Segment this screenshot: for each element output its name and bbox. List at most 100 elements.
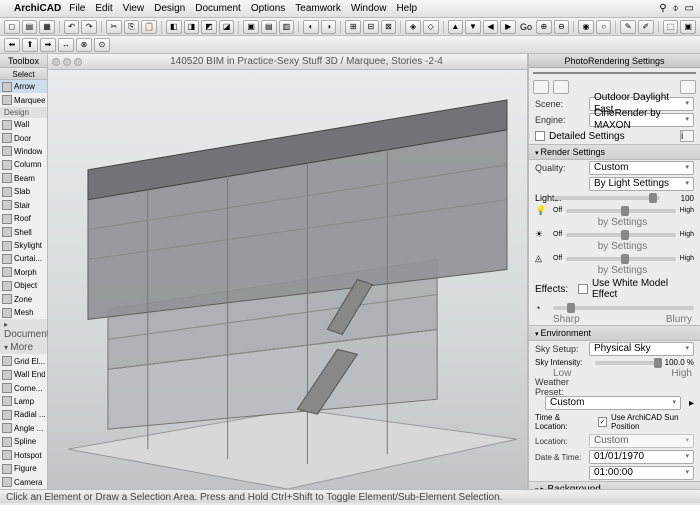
tool-object[interactable]: Object (0, 279, 47, 292)
tool-skylight[interactable]: Skylight (0, 239, 47, 252)
tool-figure[interactable]: Figure (0, 462, 47, 475)
tool-camera[interactable]: Camera (0, 475, 47, 488)
by-light-select[interactable]: By Light Settings (589, 177, 694, 191)
zoom-button[interactable] (74, 58, 82, 66)
tool-button[interactable]: ○ (596, 20, 612, 34)
close-button[interactable] (52, 58, 60, 66)
tool-button[interactable]: ▣ (243, 20, 259, 34)
detailed-checkbox[interactable] (535, 131, 545, 141)
tool-curtain[interactable]: Curtai... (0, 252, 47, 265)
render-settings-header[interactable]: Render Settings (529, 144, 700, 160)
environment-header[interactable]: Environment (529, 325, 700, 341)
tool-button[interactable]: ⊟ (363, 20, 379, 34)
tool-button[interactable]: ▼ (465, 20, 481, 34)
nav-button[interactable]: ↔ (58, 38, 74, 52)
design-section[interactable]: Design (0, 107, 47, 118)
tool-beam[interactable]: Beam (0, 172, 47, 185)
tool-button[interactable]: ▶ (500, 20, 516, 34)
tool-zone[interactable]: Zone (0, 293, 47, 306)
redo-button[interactable]: ↷ (81, 20, 97, 34)
nav-button[interactable]: ⊙ (94, 38, 110, 52)
sharp-slider[interactable] (553, 306, 694, 310)
tool-button[interactable]: ▣ (680, 20, 696, 34)
tool-marquee[interactable]: Marquee (0, 93, 47, 106)
tool-window[interactable]: Window (0, 145, 47, 158)
tool-button[interactable]: ◧ (166, 20, 182, 34)
tool-button[interactable]: ▥ (279, 20, 295, 34)
sub-slider[interactable] (566, 233, 675, 237)
tool-button[interactable]: ◈ (405, 20, 421, 34)
menu-options[interactable]: Options (251, 3, 285, 14)
date-input[interactable]: 01/01/1970 (589, 450, 694, 464)
tool-button[interactable]: ⊞ (345, 20, 361, 34)
battery-icon[interactable]: ▭ (685, 3, 694, 14)
menu-edit[interactable]: Edit (95, 3, 112, 14)
tool-slab[interactable]: Slab (0, 185, 47, 198)
tool-button[interactable]: ◀ (483, 20, 499, 34)
tool-button[interactable]: ✎ (620, 20, 636, 34)
quality-select[interactable]: Custom (589, 161, 694, 175)
tool-wall[interactable]: Wall (0, 118, 47, 131)
tool-button[interactable]: ⬚ (663, 20, 679, 34)
menu-view[interactable]: View (123, 3, 145, 14)
menu-file[interactable]: File (69, 3, 85, 14)
time-input[interactable]: 01:00:00 (589, 466, 694, 480)
tool-button[interactable]: ◪ (219, 20, 235, 34)
menu-teamwork[interactable]: Teamwork (295, 3, 341, 14)
menu-design[interactable]: Design (154, 3, 185, 14)
tool-button[interactable]: ◑ (321, 20, 337, 34)
tool-button[interactable]: ◨ (184, 20, 200, 34)
tool-angle[interactable]: Angle ... (0, 422, 47, 435)
sub-slider[interactable] (566, 257, 675, 261)
nav-button[interactable]: ⬅ (4, 38, 20, 52)
tool-button[interactable]: ⊕ (536, 20, 552, 34)
tool-roof[interactable]: Roof (0, 212, 47, 225)
menu-document[interactable]: Document (195, 3, 241, 14)
tool-button[interactable]: ◇ (423, 20, 439, 34)
paste-button[interactable]: 📋 (141, 20, 157, 34)
tool-button[interactable]: ⊠ (381, 20, 397, 34)
tool-lamp[interactable]: Lamp (0, 395, 47, 408)
tool-mesh[interactable]: Mesh (0, 306, 47, 319)
new-button[interactable]: ◻ (4, 20, 20, 34)
bluetooth-icon[interactable]: ⌽ (673, 3, 679, 14)
tool-button[interactable]: ⊖ (554, 20, 570, 34)
tool-radial[interactable]: Radial ... (0, 408, 47, 421)
tool-grid[interactable]: Grid El... (0, 354, 47, 367)
tool-button[interactable]: ▤ (261, 20, 277, 34)
tool-morph[interactable]: Morph (0, 266, 47, 279)
open-button[interactable]: ▤ (22, 20, 38, 34)
weather-select[interactable]: Custom (545, 396, 681, 410)
tool-wallend[interactable]: Wall End (0, 368, 47, 381)
use-sun-checkbox[interactable]: ✓ (598, 417, 607, 427)
nav-button[interactable]: ⬆ (22, 38, 38, 52)
sub-slider[interactable] (566, 209, 675, 213)
tool-stair[interactable]: Stair (0, 199, 47, 212)
tool-button[interactable]: ◉ (578, 20, 594, 34)
tool-column[interactable]: Column (0, 158, 47, 171)
tool-spline[interactable]: Spline (0, 435, 47, 448)
undo-button[interactable]: ↶ (64, 20, 80, 34)
menu-help[interactable]: Help (396, 3, 417, 14)
preview-button[interactable] (553, 80, 569, 94)
copy-button[interactable]: ⎘ (124, 20, 140, 34)
cut-button[interactable]: ✂ (106, 20, 122, 34)
app-name[interactable]: ArchiCAD (14, 3, 61, 14)
minimize-button[interactable] (63, 58, 71, 66)
nav-button[interactable]: ⊗ (76, 38, 92, 52)
3d-canvas[interactable] (48, 70, 527, 489)
tool-button[interactable]: ◩ (201, 20, 217, 34)
engine-select[interactable]: CineRender by MAXON (589, 113, 694, 127)
preview-button[interactable] (533, 80, 549, 94)
tool-door[interactable]: Door (0, 131, 47, 144)
lights-slider[interactable] (553, 196, 660, 200)
expand-icon[interactable]: ▸ (689, 398, 694, 409)
wifi-icon[interactable]: ⚲ (659, 3, 666, 14)
background-header[interactable]: ▸ Background (529, 481, 700, 489)
tool-corner[interactable]: Corne... (0, 381, 47, 394)
white-model-checkbox[interactable] (578, 284, 588, 294)
nav-button[interactable]: ➡ (40, 38, 56, 52)
menu-window[interactable]: Window (351, 3, 387, 14)
tool-button[interactable]: ◐ (303, 20, 319, 34)
tool-button[interactable]: ▲ (448, 20, 464, 34)
